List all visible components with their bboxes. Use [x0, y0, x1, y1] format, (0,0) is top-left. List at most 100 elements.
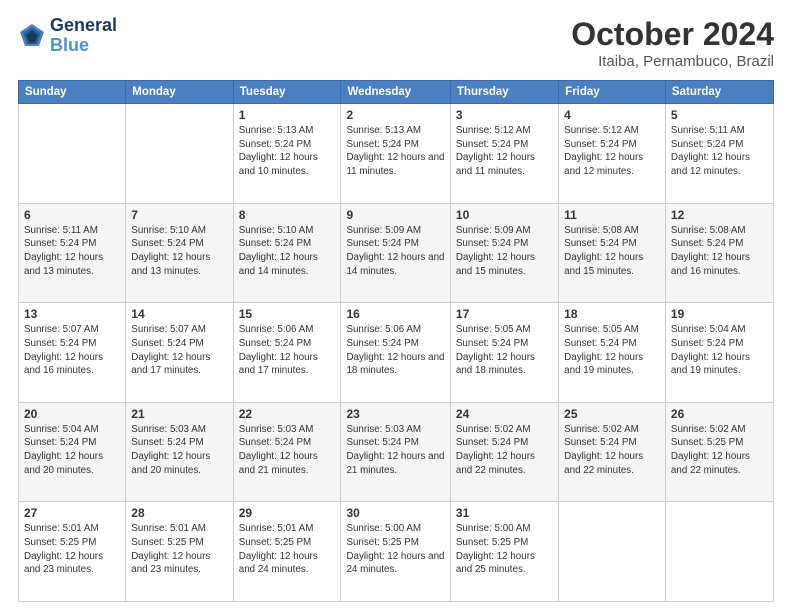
- day-info: Sunrise: 5:11 AM Sunset: 5:24 PM Dayligh…: [24, 224, 120, 279]
- day-cell: 28 Sunrise: 5:01 AM Sunset: 5:25 PM Dayli…: [126, 502, 233, 602]
- day-cell: [126, 104, 233, 204]
- day-number: 12: [671, 208, 768, 222]
- day-info: Sunrise: 5:00 AM Sunset: 5:25 PM Dayligh…: [346, 522, 444, 577]
- day-info: Sunrise: 5:13 AM Sunset: 5:24 PM Dayligh…: [239, 124, 336, 179]
- day-header-saturday: Saturday: [665, 81, 773, 104]
- day-cell: [665, 502, 773, 602]
- calendar-header-row: SundayMondayTuesdayWednesdayThursdayFrid…: [19, 81, 774, 104]
- day-number: 15: [239, 307, 336, 321]
- day-cell: 14 Sunrise: 5:07 AM Sunset: 5:24 PM Dayli…: [126, 303, 233, 403]
- day-cell: 26Sunrise: 5:02 AM Sunset: 5:25 PM Dayli…: [665, 402, 773, 502]
- day-number: 23: [346, 407, 444, 421]
- day-info: Sunrise: 5:08 AM Sunset: 5:24 PM Dayligh…: [564, 224, 660, 279]
- day-cell: 21 Sunrise: 5:03 AM Sunset: 5:24 PM Dayli…: [126, 402, 233, 502]
- day-cell: 10 Sunrise: 5:09 AM Sunset: 5:24 PM Dayli…: [450, 203, 558, 303]
- day-cell: 8 Sunrise: 5:10 AM Sunset: 5:24 PM Daylig…: [233, 203, 341, 303]
- day-number: 1: [239, 108, 336, 122]
- day-cell: 16 Sunrise: 5:06 AM Sunset: 5:24 PM Dayli…: [341, 303, 450, 403]
- day-cell: 17 Sunrise: 5:05 AM Sunset: 5:24 PM Dayli…: [450, 303, 558, 403]
- header: General Blue October 2024 Itaiba, Pernam…: [18, 16, 774, 70]
- day-info: Sunrise: 5:11 AM Sunset: 5:24 PM Dayligh…: [671, 124, 768, 179]
- day-info: Sunrise: 5:00 AM Sunset: 5:25 PM Dayligh…: [456, 522, 553, 577]
- day-info: Sunrise: 5:01 AM Sunset: 5:25 PM Dayligh…: [131, 522, 227, 577]
- day-info: Sunrise: 5:10 AM Sunset: 5:24 PM Dayligh…: [239, 224, 336, 279]
- day-number: 3: [456, 108, 553, 122]
- day-info: Sunrise: 5:02 AM Sunset: 5:24 PM Dayligh…: [456, 423, 553, 478]
- day-info: Sunrise: 5:04 AM Sunset: 5:24 PM Dayligh…: [671, 323, 768, 378]
- day-number: 28: [131, 506, 227, 520]
- day-cell: 9 Sunrise: 5:09 AM Sunset: 5:24 PM Daylig…: [341, 203, 450, 303]
- day-number: 4: [564, 108, 660, 122]
- day-cell: 2Sunrise: 5:13 AM Sunset: 5:24 PM Daylig…: [341, 104, 450, 204]
- day-cell: 23Sunrise: 5:03 AM Sunset: 5:24 PM Dayli…: [341, 402, 450, 502]
- day-info: Sunrise: 5:06 AM Sunset: 5:24 PM Dayligh…: [346, 323, 444, 378]
- day-info: Sunrise: 5:08 AM Sunset: 5:24 PM Dayligh…: [671, 224, 768, 279]
- day-number: 25: [564, 407, 660, 421]
- day-number: 24: [456, 407, 553, 421]
- day-header-friday: Friday: [559, 81, 666, 104]
- location-subtitle: Itaiba, Pernambuco, Brazil: [571, 53, 774, 70]
- day-cell: [559, 502, 666, 602]
- day-number: 14: [131, 307, 227, 321]
- day-cell: 6 Sunrise: 5:11 AM Sunset: 5:24 PM Daylig…: [19, 203, 126, 303]
- day-info: Sunrise: 5:12 AM Sunset: 5:24 PM Dayligh…: [456, 124, 553, 179]
- day-number: 9: [346, 208, 444, 222]
- day-info: Sunrise: 5:10 AM Sunset: 5:24 PM Dayligh…: [131, 224, 227, 279]
- month-title: October 2024: [571, 16, 774, 53]
- day-header-wednesday: Wednesday: [341, 81, 450, 104]
- day-cell: 1 Sunrise: 5:13 AM Sunset: 5:24 PM Daylig…: [233, 104, 341, 204]
- day-number: 19: [671, 307, 768, 321]
- day-cell: 3 Sunrise: 5:12 AM Sunset: 5:24 PM Daylig…: [450, 104, 558, 204]
- day-cell: 29Sunrise: 5:01 AM Sunset: 5:25 PM Dayli…: [233, 502, 341, 602]
- week-row-2: 6 Sunrise: 5:11 AM Sunset: 5:24 PM Daylig…: [19, 203, 774, 303]
- day-info: Sunrise: 5:09 AM Sunset: 5:24 PM Dayligh…: [456, 224, 553, 279]
- day-number: 30: [346, 506, 444, 520]
- day-info: Sunrise: 5:05 AM Sunset: 5:24 PM Dayligh…: [564, 323, 660, 378]
- logo: General Blue: [18, 16, 117, 56]
- day-number: 10: [456, 208, 553, 222]
- day-info: Sunrise: 5:05 AM Sunset: 5:24 PM Dayligh…: [456, 323, 553, 378]
- day-number: 31: [456, 506, 553, 520]
- day-info: Sunrise: 5:03 AM Sunset: 5:24 PM Dayligh…: [131, 423, 227, 478]
- day-info: Sunrise: 5:03 AM Sunset: 5:24 PM Dayligh…: [239, 423, 336, 478]
- day-info: Sunrise: 5:02 AM Sunset: 5:25 PM Dayligh…: [671, 423, 768, 478]
- day-info: Sunrise: 5:12 AM Sunset: 5:24 PM Dayligh…: [564, 124, 660, 179]
- logo-text: General Blue: [50, 16, 117, 56]
- day-number: 18: [564, 307, 660, 321]
- day-number: 21: [131, 407, 227, 421]
- day-header-monday: Monday: [126, 81, 233, 104]
- day-info: Sunrise: 5:06 AM Sunset: 5:24 PM Dayligh…: [239, 323, 336, 378]
- day-info: Sunrise: 5:01 AM Sunset: 5:25 PM Dayligh…: [24, 522, 120, 577]
- day-number: 20: [24, 407, 120, 421]
- day-cell: 18 Sunrise: 5:05 AM Sunset: 5:24 PM Dayli…: [559, 303, 666, 403]
- day-cell: 15 Sunrise: 5:06 AM Sunset: 5:24 PM Dayli…: [233, 303, 341, 403]
- day-cell: 27Sunrise: 5:01 AM Sunset: 5:25 PM Dayli…: [19, 502, 126, 602]
- week-row-3: 13 Sunrise: 5:07 AM Sunset: 5:24 PM Dayli…: [19, 303, 774, 403]
- day-number: 8: [239, 208, 336, 222]
- day-header-sunday: Sunday: [19, 81, 126, 104]
- day-number: 17: [456, 307, 553, 321]
- day-number: 6: [24, 208, 120, 222]
- day-info: Sunrise: 5:09 AM Sunset: 5:24 PM Dayligh…: [346, 224, 444, 279]
- day-cell: 19 Sunrise: 5:04 AM Sunset: 5:24 PM Dayli…: [665, 303, 773, 403]
- day-header-tuesday: Tuesday: [233, 81, 341, 104]
- day-number: 5: [671, 108, 768, 122]
- day-number: 13: [24, 307, 120, 321]
- day-number: 22: [239, 407, 336, 421]
- day-cell: 4 Sunrise: 5:12 AM Sunset: 5:24 PM Daylig…: [559, 104, 666, 204]
- week-row-4: 20Sunrise: 5:04 AM Sunset: 5:24 PM Dayli…: [19, 402, 774, 502]
- day-info: Sunrise: 5:02 AM Sunset: 5:24 PM Dayligh…: [564, 423, 660, 478]
- day-number: 16: [346, 307, 444, 321]
- day-cell: 24 Sunrise: 5:02 AM Sunset: 5:24 PM Dayli…: [450, 402, 558, 502]
- day-cell: 11 Sunrise: 5:08 AM Sunset: 5:24 PM Dayli…: [559, 203, 666, 303]
- week-row-5: 27Sunrise: 5:01 AM Sunset: 5:25 PM Dayli…: [19, 502, 774, 602]
- day-cell: 5 Sunrise: 5:11 AM Sunset: 5:24 PM Daylig…: [665, 104, 773, 204]
- week-row-1: 1 Sunrise: 5:13 AM Sunset: 5:24 PM Daylig…: [19, 104, 774, 204]
- day-cell: [19, 104, 126, 204]
- day-number: 2: [346, 108, 444, 122]
- day-cell: 22 Sunrise: 5:03 AM Sunset: 5:24 PM Dayli…: [233, 402, 341, 502]
- day-number: 11: [564, 208, 660, 222]
- day-info: Sunrise: 5:07 AM Sunset: 5:24 PM Dayligh…: [131, 323, 227, 378]
- day-number: 29: [239, 506, 336, 520]
- day-cell: 7Sunrise: 5:10 AM Sunset: 5:24 PM Daylig…: [126, 203, 233, 303]
